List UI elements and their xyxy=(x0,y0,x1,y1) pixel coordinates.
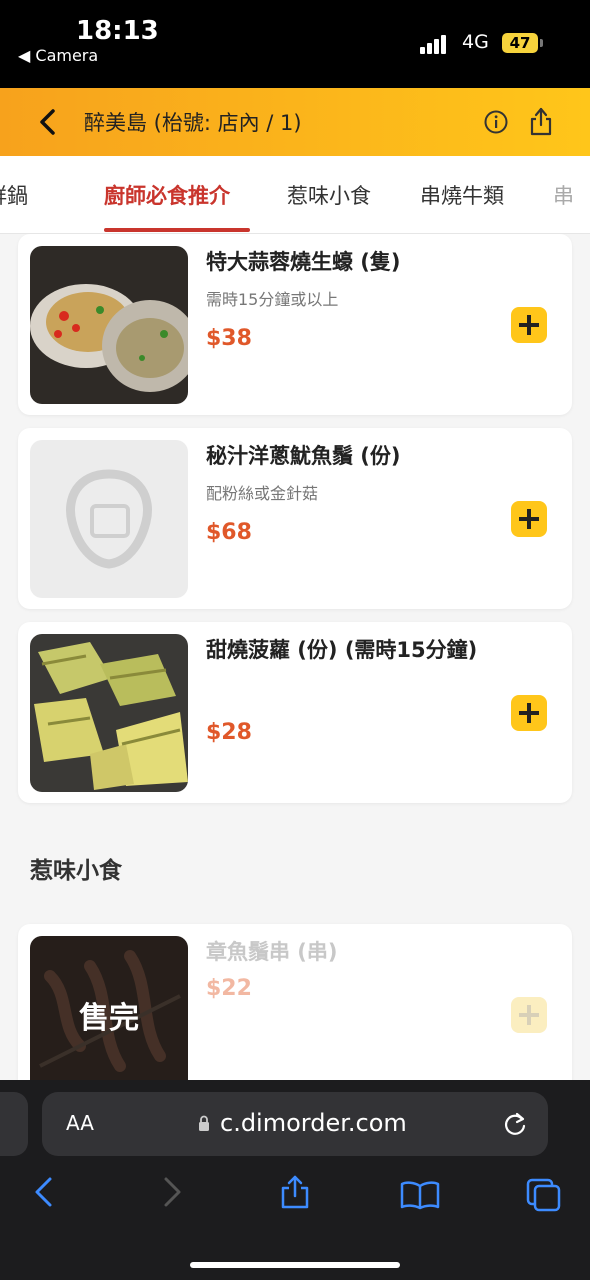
app-header: 醉美島 (枱號: 店內 / 1) xyxy=(0,88,590,156)
item-description: 配粉絲或金針菇 xyxy=(206,484,319,503)
add-to-cart-button-disabled xyxy=(511,997,547,1033)
tab-snacks[interactable]: 惹味小食 xyxy=(287,180,371,210)
add-to-cart-button[interactable] xyxy=(511,695,547,731)
item-price: $22 xyxy=(206,976,252,1001)
previous-tab-preview[interactable] xyxy=(0,1092,28,1156)
menu-item-card[interactable]: 秘汁洋蔥魷魚鬚 (份) 配粉絲或金針菇 $68 xyxy=(18,428,572,609)
item-price: $68 xyxy=(206,520,252,545)
octopus-photo: 售完 xyxy=(30,936,188,1080)
status-time: 18:13 xyxy=(76,16,159,46)
back-to-app-link[interactable]: ◀ Camera xyxy=(18,46,98,65)
lock-icon xyxy=(199,1115,209,1131)
battery-tip xyxy=(540,39,543,47)
page-title: 醉美島 (枱號: 店內 / 1) xyxy=(84,111,302,135)
oyster-photo xyxy=(30,246,188,404)
browser-back-icon[interactable] xyxy=(32,1176,56,1208)
item-name: 章魚鬚串 (串) xyxy=(206,940,338,964)
browser-share-icon[interactable] xyxy=(280,1174,310,1210)
category-tabs: 鮮鍋 廚師必食推介 惹味小食 串燒牛類 串 xyxy=(0,156,590,234)
add-to-cart-button[interactable] xyxy=(511,307,547,343)
bookmarks-icon[interactable] xyxy=(400,1180,440,1210)
back-chevron-icon[interactable] xyxy=(36,106,60,138)
tab-chef-recommend[interactable]: 廚師必食推介 xyxy=(104,180,230,210)
menu-item-card[interactable]: 特大蒜蓉燒生蠔 (隻) 需時15分鐘或以上 $38 xyxy=(18,234,572,415)
home-indicator xyxy=(190,1262,400,1268)
sold-out-label: 售完 xyxy=(30,936,188,1080)
signal-icon xyxy=(420,34,450,54)
add-to-cart-button[interactable] xyxy=(511,501,547,537)
reload-icon[interactable] xyxy=(502,1110,528,1138)
item-name: 特大蒜蓉燒生蠔 (隻) xyxy=(206,250,401,274)
item-price: $28 xyxy=(206,720,252,745)
status-bar: 18:13 ◀ Camera 4G 47 xyxy=(0,0,590,88)
url-text: c.dimorder.com xyxy=(220,1109,407,1137)
address-bar[interactable]: AA c.dimorder.com xyxy=(42,1092,548,1156)
pineapple-photo xyxy=(30,634,188,792)
section-heading: 惹味小食 xyxy=(30,858,122,884)
browser-toolbar: AA c.dimorder.com xyxy=(0,1080,590,1280)
placeholder-logo-image xyxy=(30,440,188,598)
menu-item-card[interactable]: 售完 章魚鬚串 (串) $22 xyxy=(18,924,572,1080)
browser-forward-icon[interactable] xyxy=(160,1176,184,1208)
info-icon[interactable] xyxy=(484,110,508,134)
item-name: 秘汁洋蔥魷魚鬚 (份) xyxy=(206,444,401,468)
active-tab-indicator xyxy=(104,228,250,232)
item-description: 需時15分鐘或以上 xyxy=(206,290,339,309)
reader-options-button[interactable]: AA xyxy=(66,1111,94,1135)
network-type: 4G xyxy=(462,31,489,53)
tabs-overview-icon[interactable] xyxy=(526,1178,562,1212)
tab-hotpot[interactable]: 鮮鍋 xyxy=(0,180,28,210)
tab-beef-skewers[interactable]: 串燒牛類 xyxy=(420,180,504,210)
menu-item-card[interactable]: 甜燒菠蘿 (份) (需時15分鐘) $28 xyxy=(18,622,572,803)
tab-next-partial[interactable]: 串 xyxy=(553,180,574,210)
share-icon[interactable] xyxy=(528,106,554,136)
battery-icon: 47 xyxy=(502,33,538,53)
item-name: 甜燒菠蘿 (份) (需時15分鐘) xyxy=(206,638,478,662)
menu-list: 特大蒜蓉燒生蠔 (隻) 需時15分鐘或以上 $38 秘汁洋蔥魷魚鬚 (份) 配粉… xyxy=(0,234,590,1080)
item-price: $38 xyxy=(206,326,252,351)
